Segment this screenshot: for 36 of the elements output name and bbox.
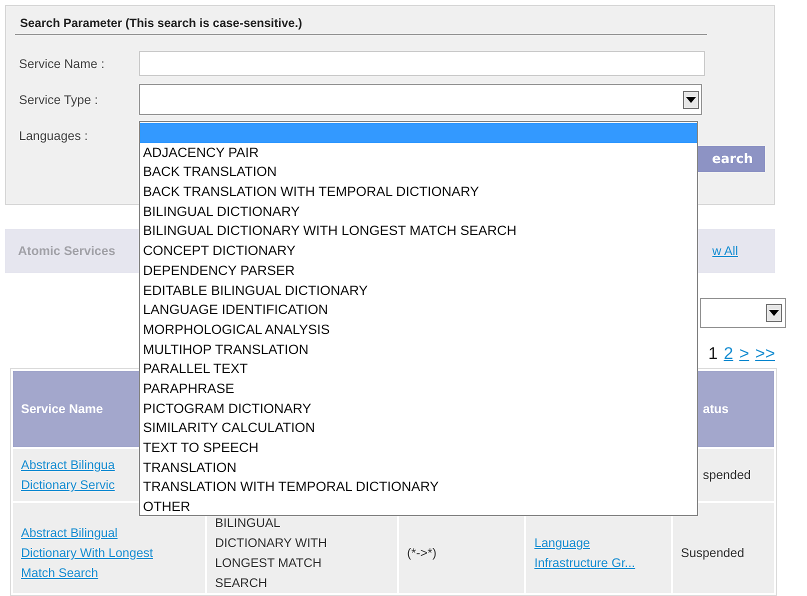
dropdown-option[interactable]: BILINGUAL DICTIONARY WITH LONGEST MATCH SEARCH [140,221,697,242]
section-title: Atomic Services [18,244,116,258]
dropdown-option[interactable]: PICTOGRAM DICTIONARY [140,398,697,418]
dropdown-option[interactable]: TRANSLATION WITH TEMPORAL DICTIONARY [140,477,697,498]
dropdown-option[interactable]: BILINGUAL DICTIONARY [140,202,697,222]
dropdown-option[interactable]: BACK TRANSLATION WITH TEMPORAL DICTIONARY [140,182,697,202]
table-cell-text: spended [702,467,751,484]
dropdown-option[interactable]: SIMILARITY CALCULATION [140,418,697,438]
dropdown-option[interactable]: BACK TRANSLATION [140,162,697,182]
column-header: atus [702,402,729,416]
dropdown-option[interactable]: MORPHOLOGICAL ANALYSIS [140,320,697,340]
field-label: Languages : [19,128,89,142]
dropdown-option[interactable]: ADJACENCY PAIR [140,142,697,162]
page-link[interactable]: 2 [724,344,734,364]
column-header: Service Name [21,402,104,416]
current-page: 1 [708,344,718,364]
dropdown-option[interactable]: PARALLEL TEXT [140,359,697,379]
service-name-input[interactable] [139,51,705,76]
page-link[interactable]: >> [755,344,775,364]
table-cell-text: Suspended [680,545,744,562]
dropdown-option[interactable]: OTHER [140,497,697,517]
dropdown-option[interactable]: TEXT TO SPEECH [140,438,697,458]
dropdown-option[interactable]: TRANSLATION [140,458,697,478]
dropdown-option[interactable]: CONCEPT DICTIONARY [140,241,697,261]
dropdown-option[interactable]: PARAPHRASE [140,378,697,399]
panel-title: Search Parameter (This search is case-sensitive.) [15,12,707,35]
table-cell-text: BILINGUAL DICTIONARY WITH LONGEST MATCH SEARCH [215,515,328,592]
field-label: Service Type : [19,92,99,106]
dropdown-option[interactable]: MULTIHOP TRANSLATION [140,340,697,360]
dropdown-option[interactable]: DEPENDENCY PARSER [140,260,697,280]
field-label: Service Name : [19,56,106,70]
page-link[interactable]: > [739,344,750,364]
table-cell-text: (*->*) [407,545,437,562]
dropdown-option[interactable]: EDITABLE BILINGUAL DICTIONARY [140,280,697,300]
select-field[interactable] [700,298,786,328]
dropdown-option[interactable]: LANGUAGE IDENTIFICATION [140,300,697,320]
